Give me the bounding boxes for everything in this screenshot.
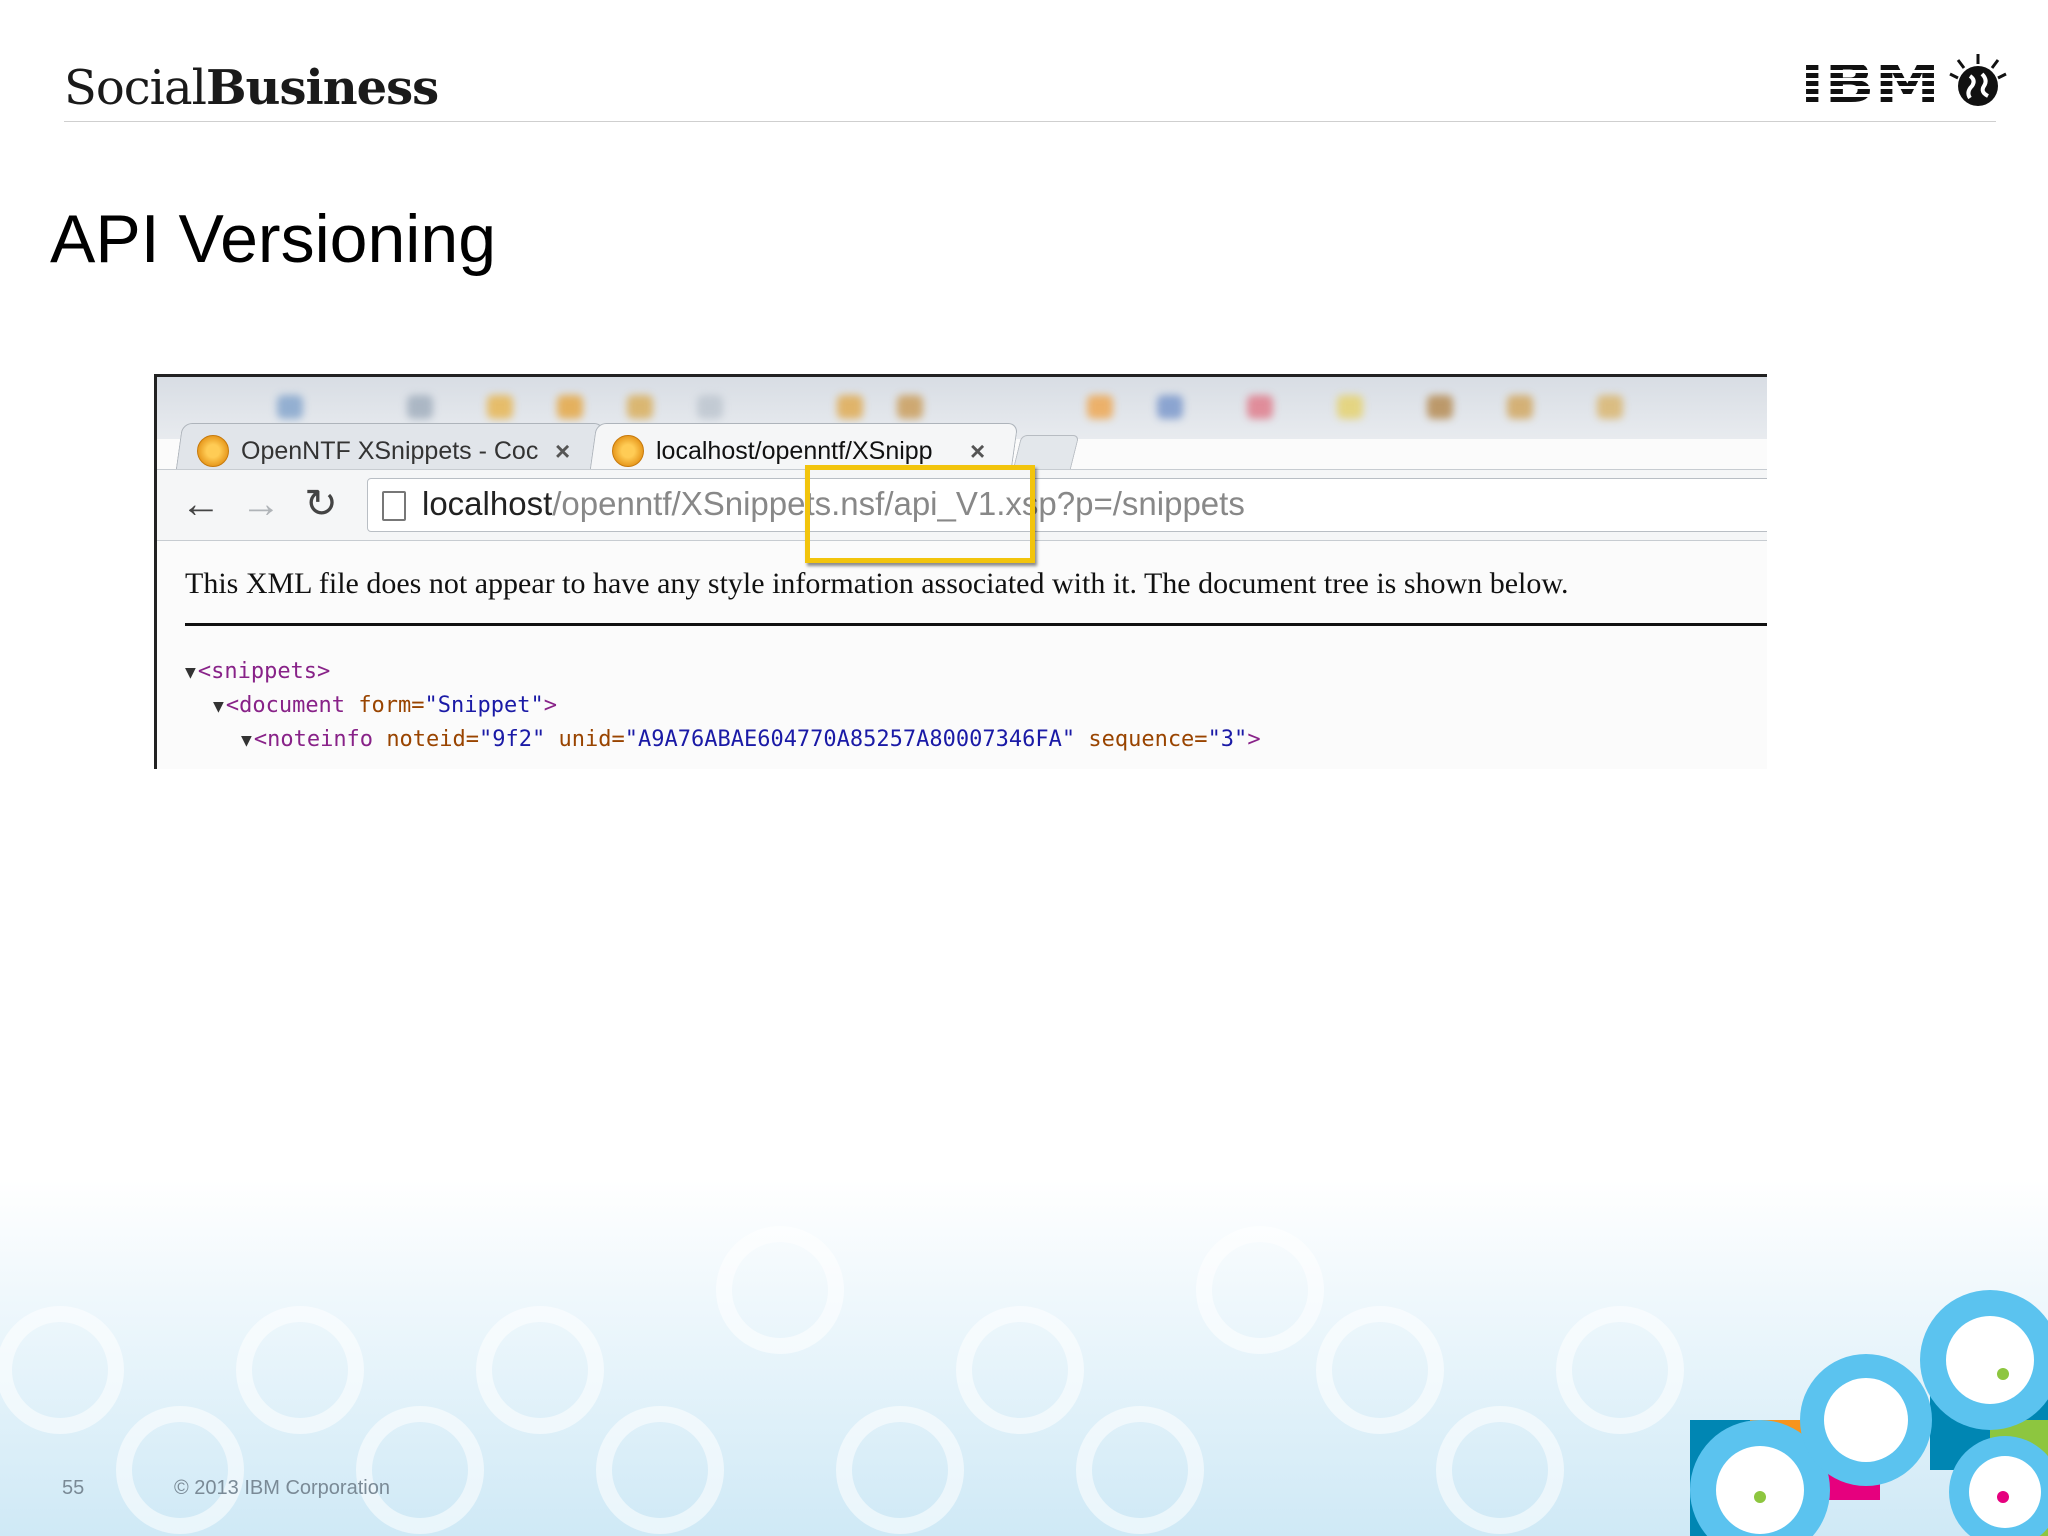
back-arrow-icon[interactable]: ← bbox=[177, 480, 225, 528]
xml-attr-name: sequence= bbox=[1088, 727, 1208, 752]
blurred-toolbar-icon bbox=[1427, 395, 1453, 419]
xml-tag-close: > bbox=[1247, 727, 1261, 752]
slide-number: 55 bbox=[62, 1477, 85, 1499]
tab-openntf-content[interactable]: OpenNTF XSnippets - Coc × bbox=[197, 433, 570, 469]
xml-tag: <snippets> bbox=[197, 659, 331, 684]
blurred-toolbar-icon bbox=[837, 395, 863, 419]
xml-divider bbox=[185, 623, 1767, 626]
collapse-triangle-icon[interactable]: ▼ bbox=[185, 662, 196, 683]
xml-tag-close: > bbox=[543, 693, 558, 718]
blurred-toolbar-icon bbox=[1247, 395, 1273, 419]
brand-business: Business bbox=[205, 60, 439, 116]
version-highlight-box bbox=[805, 465, 1035, 563]
xml-style-message: This XML file does not appear to have an… bbox=[185, 567, 1569, 600]
header-divider bbox=[64, 121, 1996, 122]
page-icon bbox=[382, 491, 406, 521]
xml-node-noteinfo: ▼<noteinfo noteid="9f2" unid="A9A76ABAE6… bbox=[241, 727, 1261, 752]
collapse-triangle-icon[interactable]: ▼ bbox=[213, 696, 224, 717]
tab-localhost-content[interactable]: localhost/openntf/XSnipp × bbox=[612, 433, 985, 469]
slide-title: API Versioning bbox=[50, 201, 497, 277]
forward-arrow-icon[interactable]: → bbox=[237, 480, 285, 528]
blurred-toolbar-icon bbox=[277, 395, 303, 419]
xml-tag: <noteinfo bbox=[253, 727, 374, 752]
xml-attr-name: noteid= bbox=[386, 727, 480, 752]
blurred-toolbar-icon bbox=[1597, 395, 1623, 419]
blurred-toolbar-icon bbox=[557, 395, 583, 419]
xml-tag: <document bbox=[225, 693, 346, 718]
xml-attr-name: form= bbox=[358, 693, 425, 718]
address-bar[interactable]: localhost/openntf/XSnippets.nsf/api_V1.x… bbox=[367, 478, 1767, 532]
blurred-toolbar-icon bbox=[407, 395, 433, 419]
browser-screenshot: OpenNTF XSnippets - Coc × localhost/open… bbox=[154, 374, 1767, 769]
close-icon[interactable]: × bbox=[555, 436, 570, 467]
tab-title: OpenNTF XSnippets - Coc bbox=[241, 436, 539, 465]
blurred-toolbar-icon bbox=[627, 395, 653, 419]
xml-node-snippets: ▼<snippets> bbox=[185, 659, 330, 684]
blurred-toolbar-icon bbox=[897, 395, 923, 419]
ibm-logo-text: IBM bbox=[1800, 52, 1940, 112]
url-host: localhost bbox=[422, 485, 553, 522]
reload-icon[interactable]: ↻ bbox=[297, 480, 345, 528]
tab-title: localhost/openntf/XSnipp bbox=[656, 436, 933, 465]
xml-attr-value: "3" bbox=[1207, 727, 1248, 752]
brand-wordmark: SocialBusiness bbox=[64, 60, 439, 116]
brand-social: Social bbox=[64, 60, 207, 116]
xml-node-document: ▼<document form="Snippet"> bbox=[213, 693, 557, 718]
blurred-toolbar-icon bbox=[1087, 395, 1113, 419]
smarter-planet-icon bbox=[1949, 54, 2007, 106]
blurred-toolbar-icon bbox=[1507, 395, 1533, 419]
ibm-logo: IBM bbox=[1800, 52, 2007, 112]
xsnippets-favicon-icon bbox=[197, 435, 229, 467]
blurred-toolbar-icon bbox=[487, 395, 513, 419]
blurred-toolbar-icon bbox=[697, 395, 723, 419]
xml-attr-value: "Snippet" bbox=[424, 693, 544, 718]
blurred-toolbar-icon bbox=[1337, 395, 1363, 419]
blurred-toolbar-icon bbox=[1157, 395, 1183, 419]
copyright-text: © 2013 IBM Corporation bbox=[174, 1477, 390, 1499]
collapse-triangle-icon[interactable]: ▼ bbox=[241, 730, 252, 751]
xsnippets-favicon-icon bbox=[612, 435, 644, 467]
close-icon[interactable]: × bbox=[970, 436, 985, 467]
xml-attr-value: "9f2" bbox=[479, 727, 546, 752]
xml-attr-name: unid= bbox=[558, 727, 625, 752]
xml-attr-value: "A9A76ABAE604770A85257A80007346FA" bbox=[624, 727, 1076, 752]
